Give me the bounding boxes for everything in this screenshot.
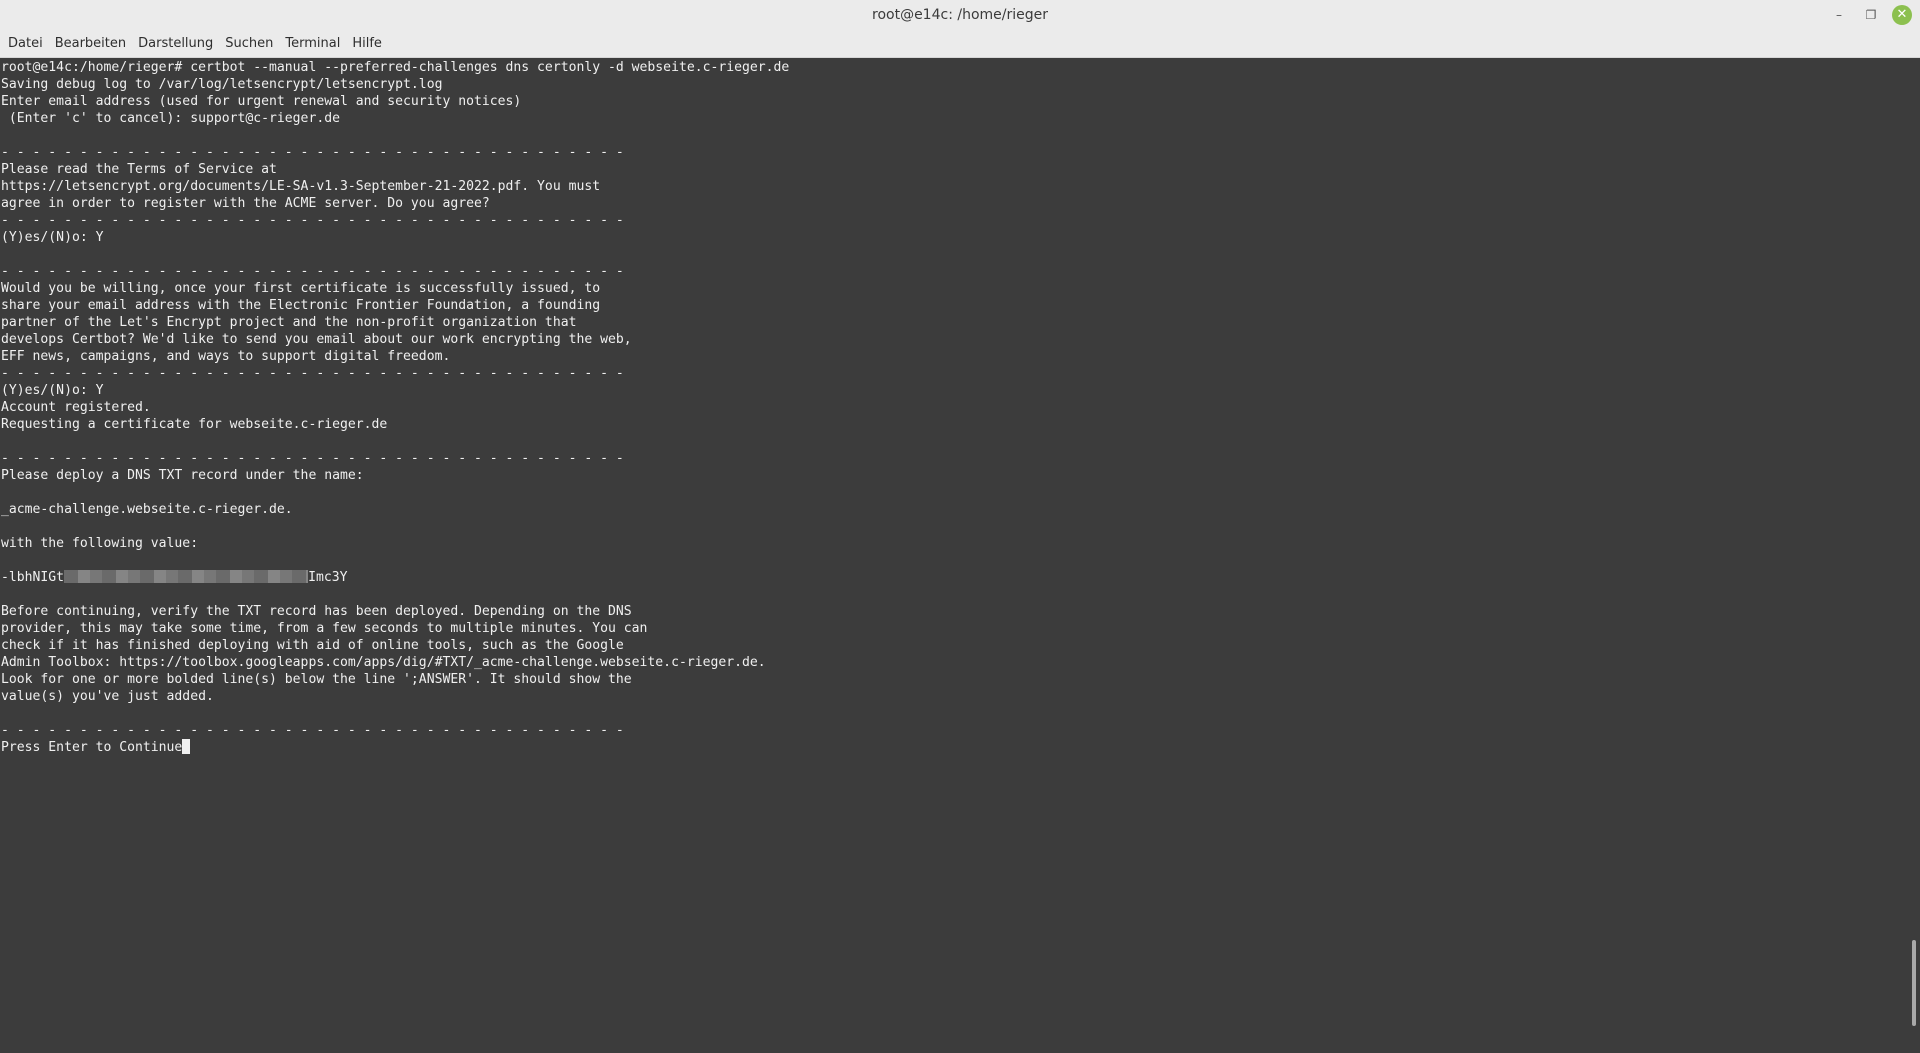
terminal-line: check if it has finished deploying with …: [1, 638, 624, 653]
terminal-line: provider, this may take some time, from …: [1, 621, 648, 636]
terminal-line: root@e14c:/home/rieger# certbot --manual…: [1, 60, 790, 75]
terminal-line: - - - - - - - - - - - - - - - - - - - - …: [1, 723, 624, 738]
redacted-blur: [64, 570, 309, 583]
maximize-button[interactable]: ❐: [1861, 5, 1881, 25]
menu-suchen[interactable]: Suchen: [219, 30, 279, 58]
terminal-line: develops Certbot? We'd like to send you …: [1, 332, 632, 347]
terminal-line: share your email address with the Electr…: [1, 298, 601, 313]
terminal-scrollbar[interactable]: [1909, 59, 1920, 1053]
terminal-line: Account registered.: [1, 400, 151, 415]
terminal-line: - - - - - - - - - - - - - - - - - - - - …: [1, 145, 624, 160]
terminal-line: (Y)es/(N)o: Y: [1, 383, 104, 398]
terminal-line: -lbhNIGt Imc3Y: [1, 569, 789, 586]
text-cursor: [182, 739, 191, 754]
terminal-line: (Enter 'c' to cancel): support@c-rieger.…: [1, 111, 340, 126]
scrollbar-thumb[interactable]: [1912, 940, 1916, 1026]
window-title: root@e14c: /home/rieger: [872, 7, 1048, 23]
menu-terminal[interactable]: Terminal: [279, 30, 346, 58]
terminal-line: Enter email address (used for urgent ren…: [1, 94, 522, 109]
menu-bearbeiten[interactable]: Bearbeiten: [49, 30, 132, 58]
terminal-line: Look for one or more bolded line(s) belo…: [1, 672, 632, 687]
terminal-line: - - - - - - - - - - - - - - - - - - - - …: [1, 451, 624, 466]
terminal-line: Requesting a certificate for webseite.c-…: [1, 417, 388, 432]
menu-bar: Datei Bearbeiten Darstellung Suchen Terminal…: [0, 30, 1920, 58]
terminal-line: with the following value:: [1, 536, 199, 551]
terminal-line: Please read the Terms of Service at: [1, 162, 277, 177]
menu-datei[interactable]: Datei: [2, 30, 49, 58]
txt-value-suffix: Imc3Y: [308, 570, 348, 585]
close-button[interactable]: ✕: [1892, 5, 1912, 25]
terminal-line: _acme-challenge.webseite.c-rieger.de.: [1, 502, 293, 517]
terminal-line: - - - - - - - - - - - - - - - - - - - - …: [1, 213, 624, 228]
terminal-window: root@e14c: /home/rieger – ❐ ✕ Datei Bearb…: [0, 0, 1920, 1053]
terminal-line: (Y)es/(N)o: Y: [1, 230, 104, 245]
terminal-line: Saving debug log to /var/log/letsencrypt…: [1, 77, 443, 92]
terminal-line: Before continuing, verify the TXT record…: [1, 604, 632, 619]
txt-value-prefix: -lbhNIGt: [1, 570, 65, 585]
terminal-line: Would you be willing, once your first ce…: [1, 281, 601, 296]
terminal-line: EFF news, campaigns, and ways to support…: [1, 349, 451, 364]
terminal-line: Admin Toolbox: https://toolbox.googleapp…: [1, 655, 766, 670]
menu-darstellung[interactable]: Darstellung: [132, 30, 219, 58]
terminal-line: https://letsencrypt.org/documents/LE-SA-…: [1, 179, 601, 194]
terminal-line: agree in order to register with the ACME…: [1, 196, 490, 211]
terminal-line: value(s) you've just added.: [1, 689, 214, 704]
minimize-button[interactable]: –: [1829, 5, 1849, 25]
terminal-output: root@e14c:/home/rieger# certbot --manual…: [1, 59, 789, 756]
terminal-line: - - - - - - - - - - - - - - - - - - - - …: [1, 366, 624, 381]
title-bar[interactable]: root@e14c: /home/rieger – ❐ ✕: [0, 0, 1920, 30]
terminal-line: Press Enter to Continue: [1, 739, 789, 756]
terminal-area[interactable]: root@e14c:/home/rieger# certbot --manual…: [0, 59, 1909, 1053]
terminal-line: - - - - - - - - - - - - - - - - - - - - …: [1, 264, 624, 279]
terminal-line: partner of the Let's Encrypt project and…: [1, 315, 577, 330]
menu-hilfe[interactable]: Hilfe: [346, 30, 388, 58]
terminal-line: Please deploy a DNS TXT record under the…: [1, 468, 364, 483]
